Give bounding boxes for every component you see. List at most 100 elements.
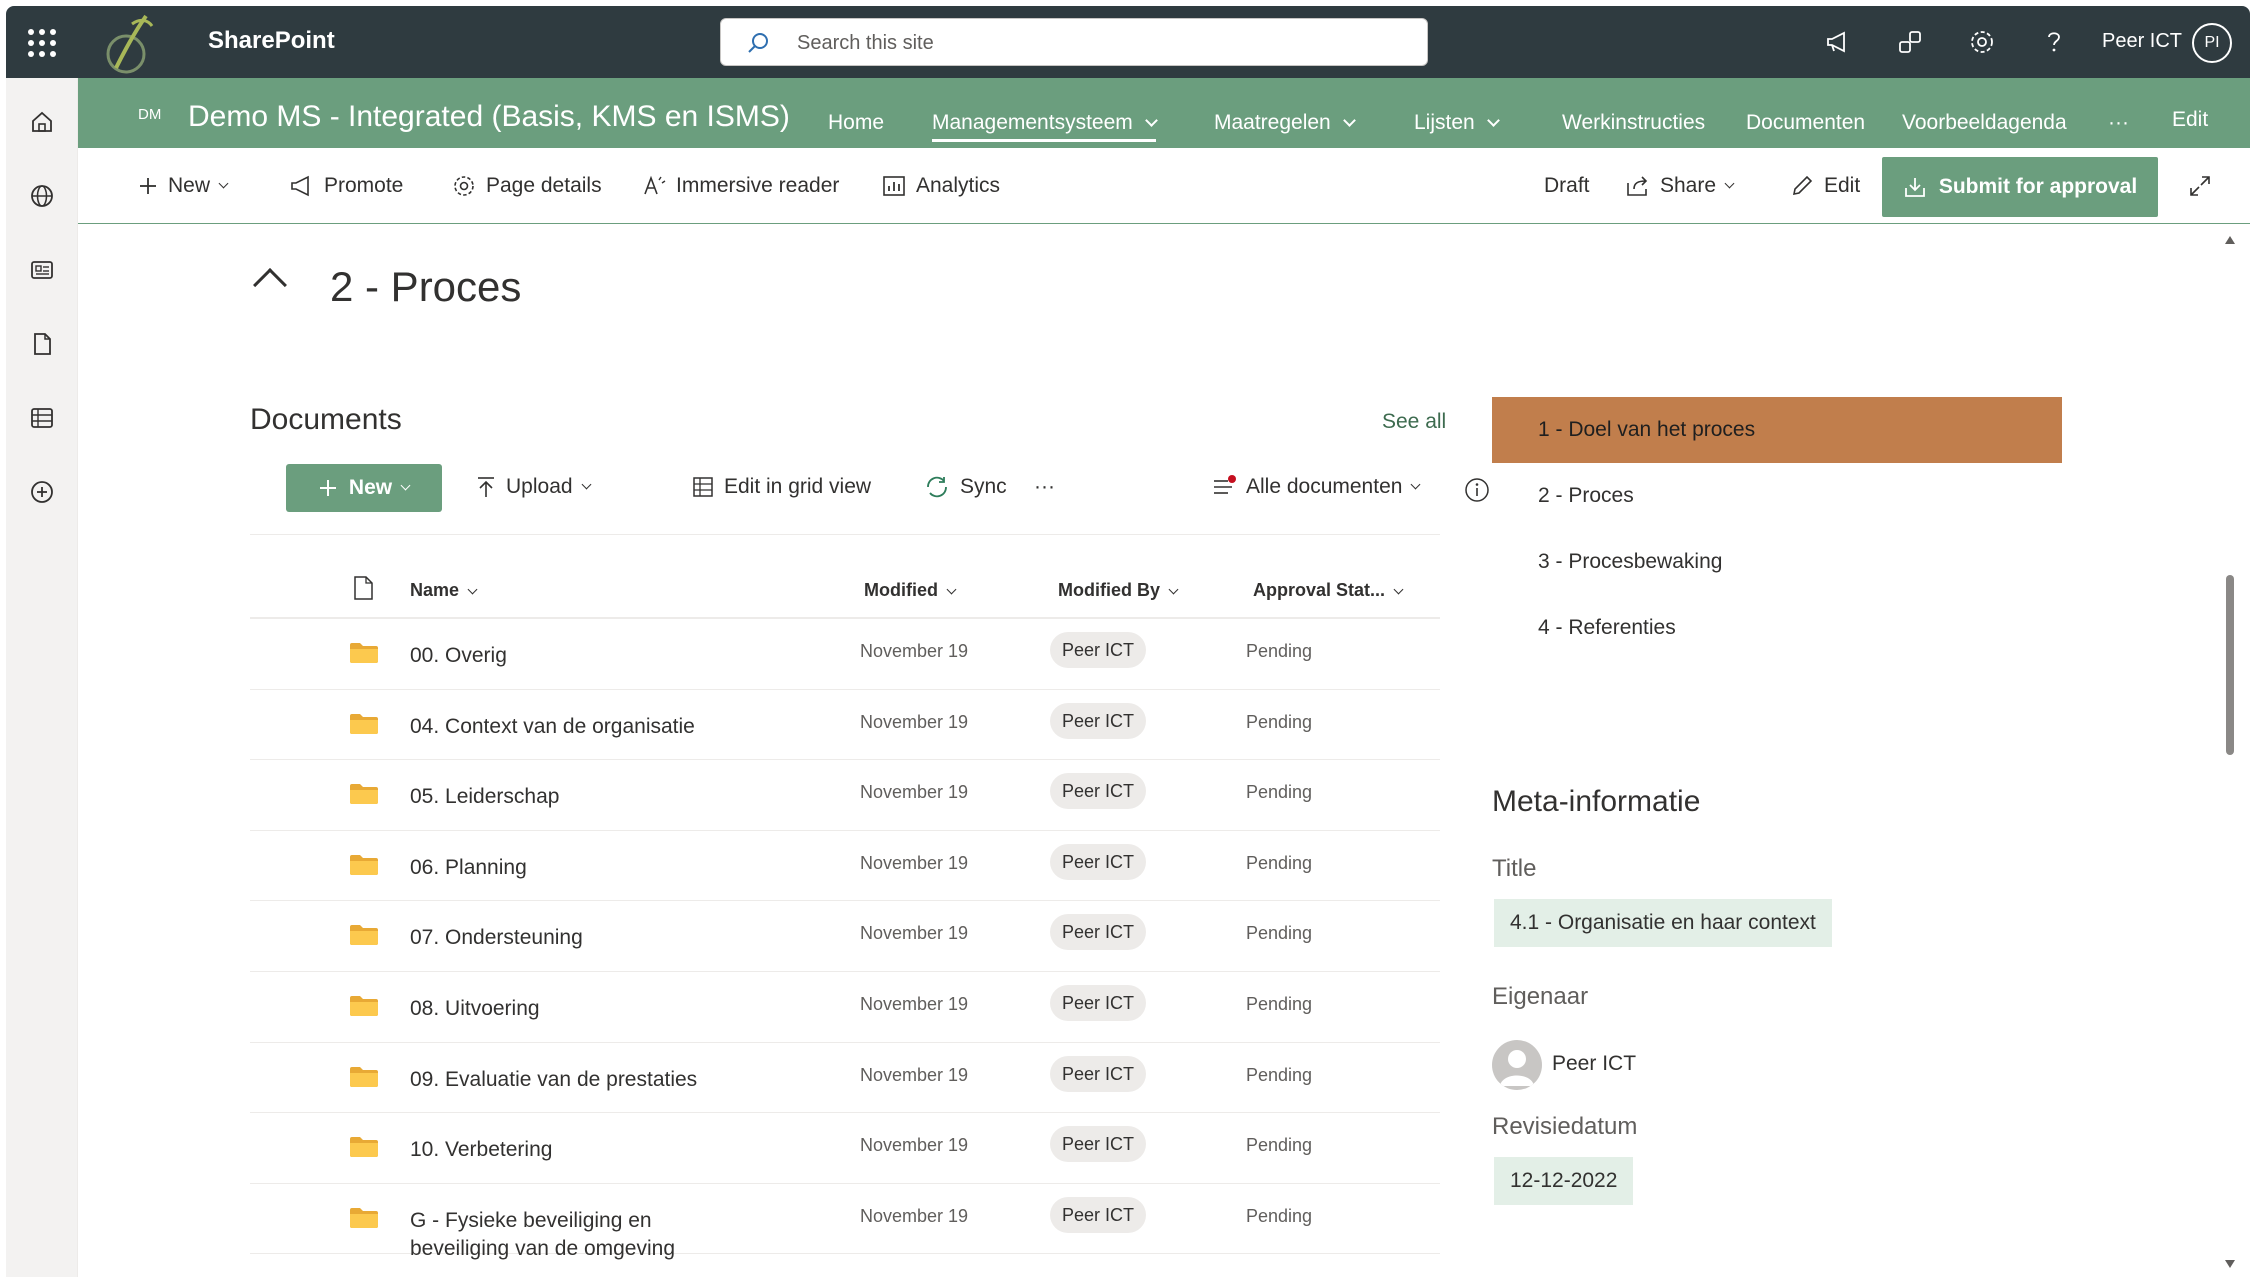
folder-name[interactable]: 04. Context van de organisatie [410,713,730,741]
owner-name[interactable]: Peer ICT [1552,1052,1636,1076]
user-avatar[interactable]: PI [2192,23,2232,63]
analytics-icon [883,176,905,196]
toc-item[interactable]: 4 - Referenties [1492,595,2062,661]
list-icon[interactable] [28,404,56,432]
folder-name[interactable]: 09. Evaluatie van de prestaties [410,1066,730,1094]
chevron-down-icon [467,584,478,595]
promote-button[interactable]: Promote [290,174,403,198]
upload-button[interactable]: Upload [476,475,592,499]
home-icon[interactable] [28,108,56,136]
table-row[interactable]: 09. Evaluatie van de prestaties November … [250,1043,1440,1114]
nav-voorbeeldagenda[interactable]: Voorbeeldagenda [1902,111,2067,135]
user-name[interactable]: Peer ICT [2102,30,2182,53]
megaphone-icon[interactable] [1824,28,1852,56]
chevron-down-icon [1486,114,1500,127]
nav-more[interactable]: ··· [2108,111,2129,135]
folder-name[interactable]: G - Fysieke beveiliging en beveiliging v… [410,1207,730,1263]
table-row[interactable]: 07. Ondersteuning November 19 Peer ICT Pend… [250,901,1440,972]
column-modified[interactable]: Modified [864,580,957,601]
folder-name[interactable]: 00. Overig [410,642,730,670]
folder-name[interactable]: 06. Planning [410,854,730,882]
table-row[interactable]: 00. Overig November 19 Peer ICT Pending [250,619,1440,690]
view-selector[interactable]: Alle documenten [1212,475,1421,499]
nav-home[interactable]: Home [828,111,884,135]
modified-by-persona[interactable]: Peer ICT [1050,843,1147,880]
file-type-icon[interactable] [352,575,374,601]
new-document-button[interactable]: New [286,464,442,512]
table-row[interactable]: 05. Leiderschap November 19 Peer ICT Pendin… [250,760,1440,831]
toc-item[interactable]: 2 - Proces [1492,463,2062,529]
connections-icon[interactable] [1896,28,1924,56]
column-approval-status[interactable]: Approval Stat... [1253,580,1404,601]
chevron-down-icon [1342,114,1356,127]
modified-by-persona[interactable]: Peer ICT [1050,773,1147,810]
page-scrollbar[interactable] [2222,225,2238,1277]
site-logo-initials[interactable]: DM [138,106,161,123]
immersive-reader-button[interactable]: Immersive reader [642,174,839,198]
nav-werkinstructies[interactable]: Werkinstructies [1562,111,1705,135]
page-details-button[interactable]: Page details [452,174,602,198]
more-commands-button[interactable]: ··· [1034,475,1055,499]
grid-icon [693,477,713,497]
add-circle-icon[interactable] [28,478,56,506]
analytics-button[interactable]: Analytics [882,174,1000,198]
search-box[interactable]: Search this site [720,18,1428,66]
nav-maatregelen[interactable]: Maatregelen [1214,111,1356,135]
nav-lijsten[interactable]: Lijsten [1414,111,1500,135]
help-icon[interactable] [2040,28,2068,56]
file-icon[interactable] [28,330,56,358]
owner-avatar[interactable] [1492,1040,1542,1090]
megaphone-icon [291,175,309,197]
table-row[interactable]: G - Fysieke beveiliging en beveiliging v… [250,1184,1440,1260]
folder-name[interactable]: 07. Ondersteuning [410,924,730,952]
folder-name[interactable]: 10. Verbetering [410,1136,730,1164]
section-title: 2 - Proces [330,263,522,310]
globe-icon[interactable] [28,182,56,210]
folder-icon [350,1207,378,1228]
expand-icon[interactable] [2188,174,2212,198]
site-title[interactable]: Demo MS - Integrated (Basis, KMS en ISMS… [188,100,790,134]
modified-by-persona[interactable]: Peer ICT [1050,1196,1147,1233]
sharepoint-brand[interactable]: SharePoint [208,27,335,55]
nav-managementsysteem[interactable]: Managementsysteem [932,111,1158,142]
modified-by-persona[interactable]: Peer ICT [1050,914,1147,951]
modified-by-persona[interactable]: Peer ICT [1050,702,1147,739]
edit-grid-view-button[interactable]: Edit in grid view [692,475,871,499]
edit-button[interactable]: Edit [1790,174,1860,198]
new-menu-button[interactable]: New [138,174,229,198]
modified-by-persona[interactable]: Peer ICT [1050,984,1147,1021]
settings-gear-icon[interactable] [1968,28,1996,56]
share-button[interactable]: Share [1626,174,1735,198]
table-row[interactable]: 04. Context van de organisatie November 1… [250,690,1440,761]
search-icon [748,33,768,53]
info-icon[interactable] [1464,477,1490,503]
news-icon[interactable] [28,256,56,284]
modified-by-persona[interactable]: Peer ICT [1050,1055,1147,1092]
folder-name[interactable]: 08. Uitvoering [410,995,730,1023]
submit-for-approval-button[interactable]: Submit for approval [1882,157,2158,217]
scroll-up-icon[interactable] [2224,235,2236,245]
upload-icon [478,477,494,497]
draft-status: Draft [1544,174,1590,197]
sync-button[interactable]: Sync [924,475,1007,499]
approval-status: Pending [1246,993,1313,1014]
toc-item[interactable]: 1 - Doel van het proces [1492,397,2062,463]
org-logo[interactable] [92,8,162,78]
nav-edit[interactable]: Edit [2172,108,2208,132]
table-row[interactable]: 06. Planning November 19 Peer ICT Pending [250,831,1440,902]
toc-item[interactable]: 3 - Procesbewaking [1492,529,2062,595]
modified-by-persona[interactable]: Peer ICT [1050,632,1147,668]
see-all-link[interactable]: See all [1382,410,1446,434]
collapse-section-icon[interactable] [253,268,287,302]
command-bar: New Promote Page details Immersive reade… [78,148,2250,224]
table-row[interactable]: 08. Uitvoering November 19 Peer ICT Pending [250,972,1440,1043]
app-launcher-icon[interactable] [26,26,58,58]
scroll-down-icon[interactable] [2224,1259,2236,1269]
nav-documenten[interactable]: Documenten [1746,111,1865,135]
column-name[interactable]: Name [410,580,478,601]
scrollbar-thumb[interactable] [2226,575,2234,755]
column-modified-by[interactable]: Modified By [1058,580,1179,601]
table-row[interactable]: 10. Verbetering November 19 Peer ICT Pendin… [250,1113,1440,1184]
folder-name[interactable]: 05. Leiderschap [410,783,730,811]
modified-by-persona[interactable]: Peer ICT [1050,1126,1147,1163]
